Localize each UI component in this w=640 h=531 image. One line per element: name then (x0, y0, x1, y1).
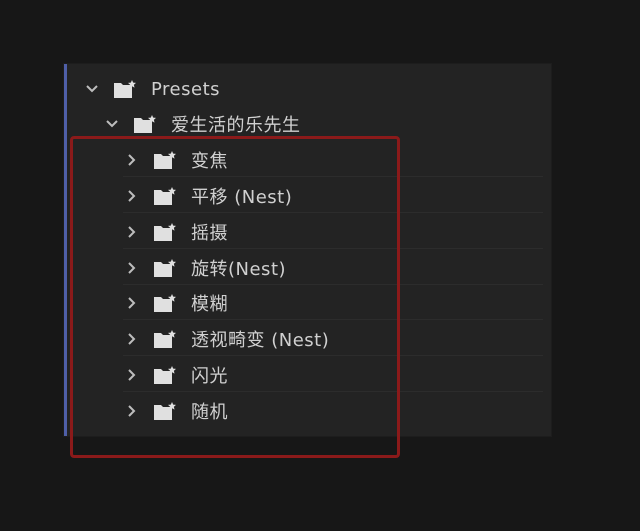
preset-folder-icon (113, 79, 139, 99)
tree-item-label: 爱生活的乐先生 (171, 115, 301, 136)
tree-item-label: 摇摄 (191, 223, 228, 244)
preset-folder-icon (153, 293, 179, 313)
tree-item-preset[interactable]: 随机 (123, 394, 543, 428)
row-divider (123, 248, 543, 249)
chevron-right-icon[interactable] (123, 294, 141, 312)
row-divider (123, 355, 543, 356)
tree-item-label: 变焦 (191, 151, 228, 172)
effects-presets-panel: Presets 爱生活的乐先生 变焦 平移 (Nest) 摇摄 旋转(Nest)… (64, 64, 551, 436)
preset-folder-icon (153, 365, 179, 385)
tree-item-preset[interactable]: 透视畸变 (Nest) (123, 322, 543, 356)
row-divider (123, 319, 543, 320)
chevron-right-icon[interactable] (123, 223, 141, 241)
preset-folder-icon (153, 186, 179, 206)
tree-item-label: 闪光 (191, 366, 228, 387)
tree-item-label: 旋转(Nest) (191, 259, 287, 280)
tree-item-label: 模糊 (191, 294, 228, 315)
preset-folder-icon (153, 222, 179, 242)
preset-folder-icon (153, 258, 179, 278)
tree-item-label: 平移 (Nest) (191, 187, 293, 208)
tree-item-preset[interactable]: 模糊 (123, 286, 543, 320)
chevron-right-icon[interactable] (123, 402, 141, 420)
screenshot-stage: Presets 爱生活的乐先生 变焦 平移 (Nest) 摇摄 旋转(Nest)… (0, 0, 640, 531)
row-divider (123, 391, 543, 392)
chevron-right-icon[interactable] (123, 151, 141, 169)
tree-item-preset[interactable]: 变焦 (123, 143, 543, 177)
chevron-right-icon[interactable] (123, 330, 141, 348)
tree-item-preset[interactable]: 平移 (Nest) (123, 179, 543, 213)
tree-item-preset[interactable]: 闪光 (123, 358, 543, 392)
preset-folder-icon (133, 114, 159, 134)
chevron-down-icon[interactable] (83, 80, 101, 98)
chevron-right-icon[interactable] (123, 259, 141, 277)
tree-item-label: 随机 (191, 402, 228, 423)
preset-folder-icon (153, 329, 179, 349)
tree-item-presets[interactable]: Presets (83, 72, 543, 106)
tree-item-group[interactable]: 爱生活的乐先生 (103, 107, 543, 141)
chevron-right-icon[interactable] (123, 366, 141, 384)
tree-item-preset[interactable]: 摇摄 (123, 215, 543, 249)
chevron-right-icon[interactable] (123, 187, 141, 205)
row-divider (123, 284, 543, 285)
chevron-down-icon[interactable] (103, 115, 121, 133)
tree-item-label: Presets (151, 78, 221, 100)
row-divider (123, 212, 543, 213)
tree-item-label: 透视畸变 (Nest) (191, 330, 330, 351)
row-divider (123, 176, 543, 177)
tree-item-preset[interactable]: 旋转(Nest) (123, 251, 543, 285)
preset-folder-icon (153, 401, 179, 421)
preset-folder-icon (153, 150, 179, 170)
